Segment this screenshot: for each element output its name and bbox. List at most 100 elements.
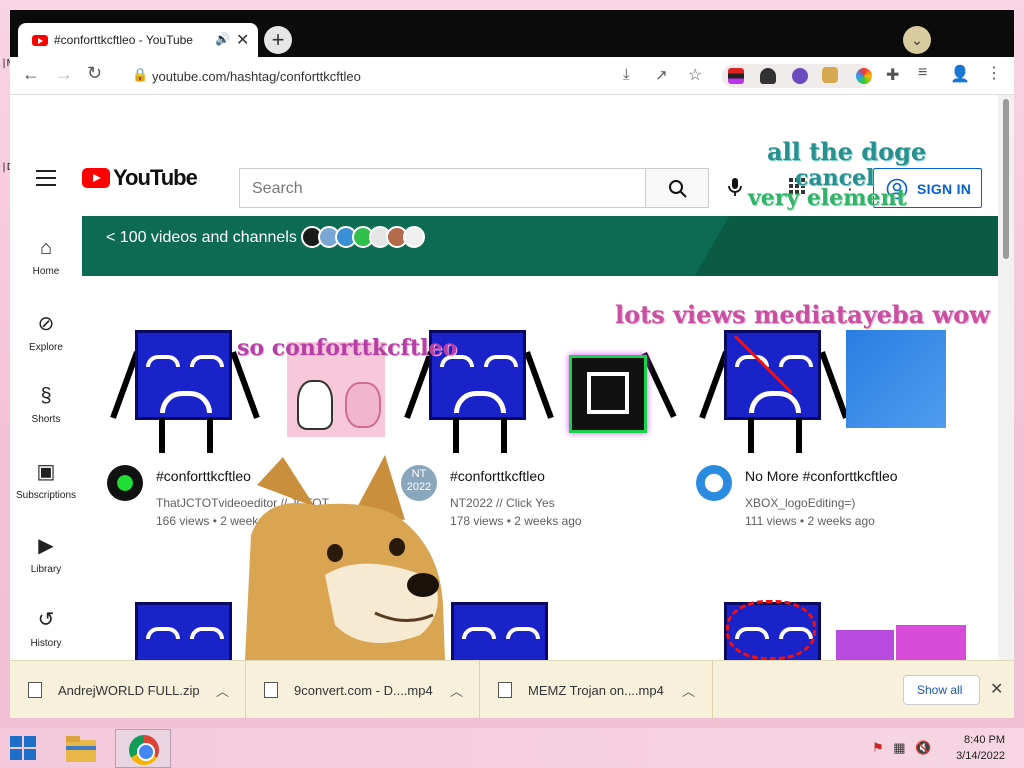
browser-toolbar: ← → ↻ 🔒 youtube.com/hashtag/conforttkcft…	[10, 57, 1014, 95]
sidebar-item-label: Subscriptions	[15, 490, 77, 501]
shorts-icon: §	[40, 385, 52, 407]
extension-icon-2[interactable]	[760, 68, 776, 84]
chrome-taskbar-button[interactable]	[115, 729, 171, 768]
channel-avatar[interactable]	[696, 465, 732, 501]
more-menu-icon[interactable]: ⋮	[986, 63, 1002, 83]
extension-icon-5[interactable]	[856, 68, 872, 84]
sidebar-item-explore[interactable]: ⊘ Explore	[10, 311, 82, 353]
volume-muted-icon[interactable]: 🔇	[915, 740, 931, 755]
media-queue-icon[interactable]: ≡	[918, 64, 927, 82]
banner-decoration	[671, 216, 998, 276]
red-scribble	[726, 600, 816, 660]
show-all-button[interactable]: Show all	[903, 675, 980, 705]
video-card[interactable]	[696, 570, 974, 660]
forward-arrow-icon[interactable]: →	[55, 64, 73, 85]
overlay-text: all the doge	[767, 137, 927, 166]
clock-time: 8:40 PM	[964, 734, 1005, 746]
search-button[interactable]	[645, 168, 709, 208]
overlay-text: lots views mediatayeba wow	[615, 300, 990, 329]
video-title[interactable]: #conforttkcftleo	[156, 468, 251, 484]
install-app-icon[interactable]: ⤓	[623, 66, 630, 83]
browser-tab[interactable]: #conforttkcftleo - YouTube 🔊 ✕	[18, 23, 258, 57]
downloads-bar: AndrejWORLD FULL.zip ︿ 9convert.com - D.…	[10, 660, 1014, 719]
clock-date: 3/14/2022	[956, 750, 1005, 762]
channel-avatar[interactable]	[107, 465, 143, 501]
file-explorer-icon[interactable]	[60, 732, 102, 766]
video-meta: 178 views • 2 weeks ago	[450, 514, 582, 528]
chevron-up-icon[interactable]: ︿	[450, 681, 463, 700]
close-downloads-icon[interactable]: ✕	[990, 679, 1003, 699]
youtube-page: YouTube Search ⋮ SIGN IN ⌂ Home ⊘ Explor…	[10, 95, 998, 660]
video-title[interactable]: #conforttkcftleo	[450, 468, 545, 484]
chevron-up-icon[interactable]: ︿	[216, 681, 229, 700]
download-filename: MEMZ Trojan on....mp4	[528, 683, 664, 698]
sidebar-item-subscriptions[interactable]: ▣ Subscriptions	[10, 459, 82, 501]
back-arrow-icon[interactable]: ←	[22, 64, 40, 85]
sign-in-label: SIGN IN	[917, 181, 972, 197]
channel-name[interactable]: NT2022 // Click Yes	[450, 496, 555, 510]
taskbar: ⚑ ▦ 🔇 8:40 PM 3/14/2022	[0, 728, 1024, 768]
download-filename: 9convert.com - D....mp4	[294, 683, 433, 698]
download-filename: AndrejWORLD FULL.zip	[58, 683, 200, 698]
tab-search-chevron-icon[interactable]: ⌄	[903, 26, 931, 54]
flag-icon[interactable]: ⚑	[872, 740, 884, 755]
search-input[interactable]: Search	[239, 168, 646, 208]
overlay-text: so conforttkcftleo	[237, 335, 458, 361]
download-item[interactable]: 9convert.com - D....mp4 ︿	[246, 661, 480, 719]
hamburger-menu-icon[interactable]	[36, 170, 56, 186]
clock[interactable]: 8:40 PM 3/14/2022	[955, 732, 1005, 764]
show-all-label: Show all	[917, 683, 963, 697]
channel-avatar[interactable]	[403, 226, 425, 248]
sidebar-item-label: Home	[32, 266, 60, 277]
reload-icon[interactable]: ↻	[87, 63, 102, 84]
network-icon[interactable]: ▦	[893, 740, 905, 755]
url-text[interactable]: youtube.com/hashtag/conforttkcftleo	[152, 69, 361, 84]
pink-character-art	[896, 625, 966, 660]
youtube-favicon-icon	[32, 35, 48, 46]
doge-image	[245, 455, 445, 660]
sidebar-item-library[interactable]: ▶ Library	[10, 533, 82, 575]
download-item[interactable]: MEMZ Trojan on....mp4 ︿	[480, 661, 713, 719]
youtube-play-icon	[82, 168, 110, 188]
history-icon: ↺	[37, 609, 55, 631]
video-title[interactable]: No More #conforttkcftleo	[745, 468, 898, 484]
scrollbar-thumb[interactable]	[1003, 99, 1009, 259]
lock-icon[interactable]: 🔒	[132, 67, 148, 83]
share-icon[interactable]: ↗	[655, 66, 668, 84]
youtube-sidebar: ⌂ Home ⊘ Explore § Shorts ▣ Subscription…	[10, 217, 82, 660]
new-tab-button[interactable]: +	[264, 26, 292, 54]
sidebar-item-home[interactable]: ⌂ Home	[10, 237, 82, 277]
sidebar-item-label: History	[30, 638, 62, 649]
windows-start-icon[interactable]	[10, 736, 38, 762]
extension-icon-3[interactable]	[792, 68, 808, 84]
microphone-icon[interactable]	[728, 177, 742, 202]
page-scrollbar[interactable]	[998, 95, 1014, 660]
bookmark-star-icon[interactable]: ☆	[688, 65, 702, 85]
profile-icon[interactable]: 👤	[950, 64, 970, 84]
video-file-icon	[264, 682, 278, 698]
doge-extension-icon[interactable]	[822, 67, 838, 83]
video-thumbnail[interactable]	[107, 300, 385, 453]
blue-square-character	[135, 602, 232, 660]
chrome-icon	[129, 735, 159, 765]
puzzle-extensions-icon[interactable]: ✚	[886, 65, 899, 85]
channel-name[interactable]: XBOX_logoEditing=)	[745, 496, 855, 510]
sidebar-item-shorts[interactable]: § Shorts	[10, 385, 82, 425]
video-card[interactable]: No More #conforttkcftleo XBOX_logoEditin…	[696, 300, 974, 540]
speaker-icon[interactable]: 🔊	[215, 32, 230, 46]
chevron-up-icon[interactable]: ︿	[682, 681, 695, 700]
search-icon	[669, 180, 687, 198]
video-thumbnail[interactable]	[696, 570, 974, 660]
youtube-logo-text: YouTube	[113, 165, 198, 190]
blue-character-art	[846, 330, 946, 428]
search-placeholder: Search	[252, 180, 303, 197]
extension-icon-1[interactable]	[728, 68, 744, 84]
blue-square-character	[135, 330, 232, 420]
download-item[interactable]: AndrejWORLD FULL.zip ︿	[10, 661, 246, 719]
video-meta: 111 views • 2 weeks ago	[745, 514, 875, 528]
sidebar-item-history[interactable]: ↺ History	[10, 607, 82, 649]
banner-text[interactable]: < 100 videos and channels	[106, 229, 297, 247]
compass-icon: ⊘	[37, 313, 55, 335]
sidebar-item-label: Explore	[29, 342, 63, 353]
close-tab-icon[interactable]: ✕	[236, 30, 249, 50]
